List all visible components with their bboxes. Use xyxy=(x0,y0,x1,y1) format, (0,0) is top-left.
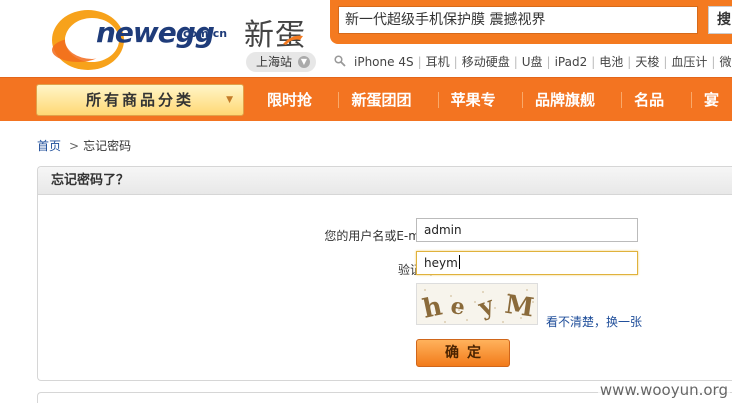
search-input[interactable]: 新一代超级手机保护膜 震撼视界 xyxy=(338,6,698,34)
hotword-link[interactable]: 电池 xyxy=(599,55,623,69)
divider: | xyxy=(711,55,716,69)
nav-item-apple-zone[interactable]: 苹果专区 xyxy=(437,78,522,153)
nav-item-flash-sale[interactable]: 限时抢购 xyxy=(254,78,338,153)
svg-text:M: M xyxy=(503,290,536,324)
hotwords-bar: iPhone 4S|耳机|移动硬盘|U盘|iPad2|电池|天梭|血压计|微波 xyxy=(334,53,732,71)
nav-links: 限时抢购 新蛋团团赚 苹果专区 品牌旗舰店 名品汇 宴 xyxy=(254,78,732,153)
logo-accent-icon xyxy=(283,35,303,45)
submit-button[interactable]: 确定 xyxy=(416,339,510,367)
divider: | xyxy=(417,55,422,69)
hotword-link[interactable]: 耳机 xyxy=(426,55,450,69)
svg-text:y: y xyxy=(473,290,498,323)
svg-text:e: e xyxy=(449,293,467,321)
search-bar: 新一代超级手机保护膜 震撼视界 搜 xyxy=(330,0,732,44)
hotword-link[interactable]: 移动硬盘 xyxy=(462,55,510,69)
watermark: www.wooyun.org xyxy=(597,381,730,399)
panel-title: 忘记密码了？ xyxy=(38,167,732,195)
search-icon xyxy=(334,55,346,67)
text-caret xyxy=(458,255,460,269)
captcha-input[interactable]: heym xyxy=(416,251,638,275)
captcha-refresh-link[interactable]: 看不清楚，换一张 xyxy=(546,313,642,330)
divider: | xyxy=(663,55,668,69)
nav-item-luxury[interactable]: 名品汇 xyxy=(621,78,691,153)
hotword-link[interactable]: iPad2 xyxy=(555,55,588,69)
hotword-link[interactable]: 微波 xyxy=(719,55,732,69)
site-header: newegg •com.cn 新蛋 上海站 ▼ 新一代超级手机保护膜 震撼视界 … xyxy=(0,0,732,78)
chevron-down-icon: ▼ xyxy=(298,56,310,68)
username-label: 您的用户名或E-mail: xyxy=(324,229,438,243)
username-field[interactable]: admin xyxy=(416,218,638,242)
region-selector[interactable]: 上海站 ▼ xyxy=(246,52,316,72)
forgot-password-panel: 忘记密码了？ 您的用户名或E-mail: admin 验证码: heym h e… xyxy=(37,166,732,381)
nav-item-group-buy[interactable]: 新蛋团团赚 xyxy=(338,78,437,153)
divider: | xyxy=(513,55,518,69)
captcha-input-value: heym xyxy=(424,256,458,270)
hotword-link[interactable]: U盘 xyxy=(522,55,543,69)
main-nav: 所有商品分类 ▼ 限时抢购 新蛋团团赚 苹果专区 品牌旗舰店 名品汇 宴 xyxy=(0,77,732,153)
logo-domain: •com.cn xyxy=(176,27,228,40)
captcha-noise-icon: h e y M xyxy=(420,289,536,324)
chevron-down-icon: ▼ xyxy=(226,95,233,105)
region-label: 上海站 xyxy=(256,55,293,69)
search-button[interactable]: 搜 xyxy=(708,6,732,34)
logo-chinese-wordmark[interactable]: 新蛋 xyxy=(244,10,306,54)
captcha-image[interactable]: h e y M xyxy=(416,283,538,325)
divider: | xyxy=(546,55,551,69)
all-categories-button[interactable]: 所有商品分类 ▼ xyxy=(36,84,244,116)
hotword-link[interactable]: 天梭 xyxy=(635,55,659,69)
nav-item-more[interactable]: 宴 xyxy=(690,78,732,122)
hotword-link[interactable]: iPhone 4S xyxy=(354,55,414,69)
breadcrumb-home-link[interactable]: 首页 xyxy=(37,139,61,153)
hotword-link[interactable]: 血压计 xyxy=(671,55,707,69)
captcha-label: 验证码: xyxy=(238,261,438,278)
nav-item-brand-stores[interactable]: 品牌旗舰店 xyxy=(522,78,621,153)
divider: | xyxy=(627,55,632,69)
divider: | xyxy=(453,55,458,69)
breadcrumb: 首页 > 忘记密码 xyxy=(37,137,131,154)
svg-text:h: h xyxy=(420,291,445,324)
divider: | xyxy=(591,55,596,69)
all-categories-label: 所有商品分类 xyxy=(85,91,194,109)
breadcrumb-separator: > xyxy=(69,139,80,153)
breadcrumb-current: 忘记密码 xyxy=(83,139,132,153)
